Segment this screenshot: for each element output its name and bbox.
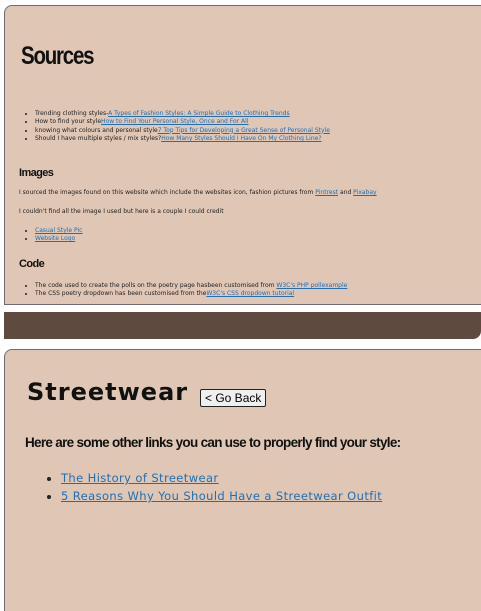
source-link[interactable]: 7 Top Tips for Developing a Great Sense … — [158, 127, 330, 134]
list-item: Casual Style Pic — [35, 227, 82, 235]
list-item-text: knowing what colours and personal style — [35, 126, 158, 134]
list-item-text: How to find your style — [35, 118, 102, 126]
website-logo-link[interactable]: Website Logo — [35, 235, 75, 242]
streetwear-title: Streetwear — [27, 378, 189, 406]
go-back-button[interactable]: < Go Back — [200, 389, 267, 407]
list-item: The History of Streetwear — [61, 470, 382, 486]
list-item: Should I have multiple styles / mix styl… — [35, 135, 481, 143]
list-item: knowing what colours and personal style7… — [35, 127, 481, 135]
list-item: The CSS poetry dropdown has been customi… — [35, 290, 481, 298]
images-heading: Images — [19, 167, 54, 179]
streetwear-links-list: The History of Streetwear 5 Reasons Why … — [45, 470, 382, 506]
images-credit-paragraph: I couldn't find all the image I used but… — [19, 208, 224, 215]
sources-title: Sources — [21, 42, 95, 70]
list-item: Website Logo — [35, 235, 82, 243]
source-link[interactable]: How to Find Your Personal Style, Once an… — [101, 118, 248, 125]
history-of-streetwear-link[interactable]: The History of Streetwear — [61, 471, 219, 485]
list-item: Trending clothing styles-A Types of Fash… — [35, 110, 481, 118]
list-item-text: The code used to create the polls on the… — [35, 282, 277, 289]
list-item-text: Trending clothing styles- — [35, 110, 109, 117]
image-credit-list: Casual Style Pic Website Logo — [19, 227, 82, 244]
source-link[interactable]: A Types of Fashion Styles: A Simple Guid… — [108, 110, 289, 117]
php-poll-link[interactable]: W3C's PHP pollexample — [276, 282, 347, 289]
list-item: 5 Reasons Why You Should Have a Streetwe… — [61, 488, 382, 504]
streetwear-reasons-link[interactable]: 5 Reasons Why You Should Have a Streetwe… — [61, 489, 382, 503]
source-link[interactable]: How Many Styles Should I Have On My Clot… — [161, 135, 321, 142]
list-item-text: The CSS poetry dropdown has been customi… — [35, 290, 207, 298]
pixabay-link[interactable]: Pixabay — [353, 189, 376, 196]
streetwear-panel: Streetwear < Go Back Here are some other… — [4, 349, 481, 611]
sources-panel: Sources Trending clothing styles-A Types… — [4, 5, 481, 305]
and-text: and — [338, 189, 354, 196]
images-paragraph-text: I sourced the images found on this websi… — [19, 189, 316, 196]
list-item-text: Should I have multiple styles / mix styl… — [35, 134, 162, 142]
list-item: How to find your styleHow to Find Your P… — [35, 118, 481, 126]
css-dropdown-link[interactable]: W3C's CSS dropdown tutorial — [206, 290, 294, 297]
sources-list: Trending clothing styles-A Types of Fash… — [19, 110, 481, 143]
casual-style-pic-link[interactable]: Casual Style Pic — [35, 227, 82, 234]
code-list: The code used to create the polls on the… — [19, 282, 481, 299]
images-paragraph: I sourced the images found on this websi… — [19, 189, 377, 197]
code-heading: Code — [19, 258, 45, 270]
streetwear-subtitle: Here are some other links you can use to… — [25, 435, 401, 450]
list-item: The code used to create the polls on the… — [35, 282, 481, 290]
footer-bar — [4, 312, 481, 339]
pintrest-link[interactable]: Pintrest — [315, 189, 338, 196]
